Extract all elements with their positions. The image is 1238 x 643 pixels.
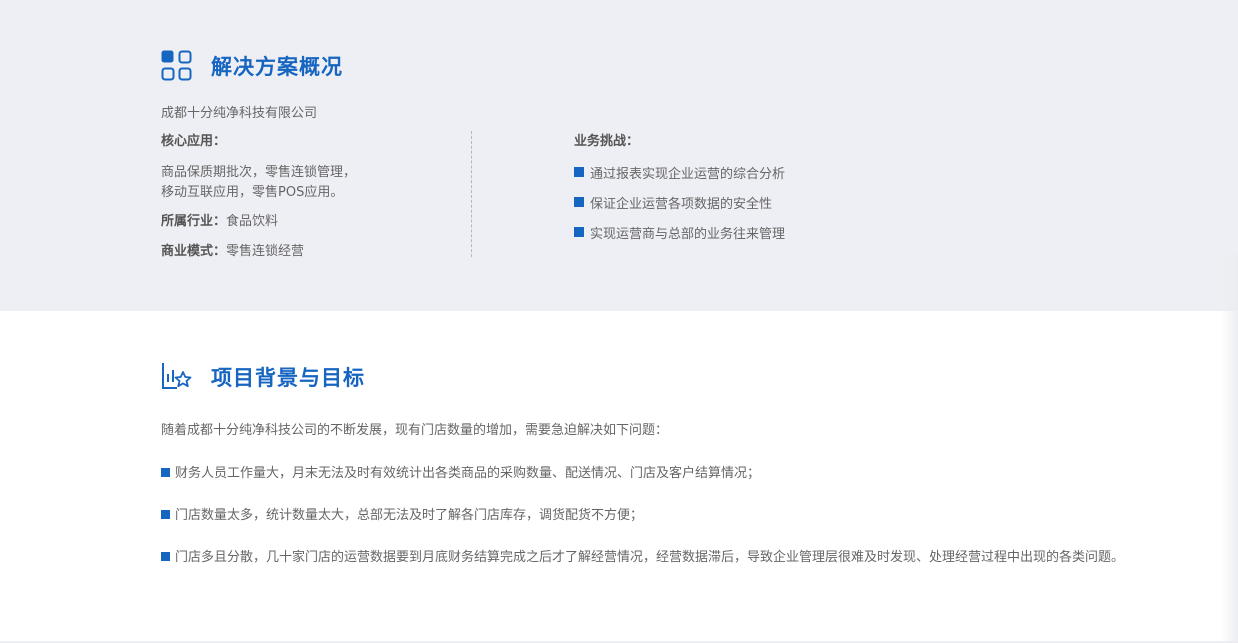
company-name: 成都十分纯净科技有限公司 — [161, 106, 318, 121]
list-item: 通过报表实现企业运营的综合分析 — [574, 163, 974, 182]
list-item: 门店数量太多，统计数量太大，总部无法及时了解各门店库存，调货配货不方便； — [161, 500, 1171, 532]
industry-row: 所属行业：食品饮料 — [161, 213, 461, 231]
challenge-text: 通过报表实现企业运营的综合分析 — [590, 166, 786, 182]
list-item: 保证企业运营各项数据的安全性 — [574, 193, 974, 212]
core-apps-line: 移动互联应用，零售POS应用。 — [161, 185, 344, 200]
overview-title: 解决方案概况 — [211, 54, 343, 79]
chart-star-icon — [162, 363, 192, 389]
list-item: 财务人员工作量大，月末无法及时有效统计出各类商品的采购数量、配送情况、门店及客户… — [161, 458, 1171, 490]
square-bullet-icon — [574, 167, 584, 177]
square-bullet-icon — [161, 510, 170, 519]
problem-text: 门店数量太多，统计数量太大，总部无法及时了解各门店库存，调货配货不方便； — [175, 508, 644, 523]
business-challenges: 业务挑战： 通过报表实现企业运营的综合分析 保证企业运营各项数据的安全性 实现运… — [574, 133, 974, 253]
square-bullet-icon — [161, 468, 170, 477]
problem-text: 门店多且分散，几十家门店的运营数据要到月底财务结算完成之后才了解经营情况，经营数… — [175, 550, 1125, 565]
overview-details: 核心应用： 商品保质期批次，零售连锁管理， 移动互联应用，零售POS应用。 所属… — [161, 133, 461, 261]
challenge-text: 实现运营商与总部的业务往来管理 — [590, 226, 786, 242]
column-divider — [471, 131, 472, 257]
square-bullet-icon — [574, 197, 584, 207]
challenge-list: 通过报表实现企业运营的综合分析 保证企业运营各项数据的安全性 实现运营商与总部的… — [574, 163, 974, 242]
business-model-label: 商业模式： — [161, 244, 227, 259]
square-bullet-icon — [574, 227, 584, 237]
background-title: 项目背景与目标 — [211, 365, 365, 390]
square-bullet-icon — [161, 552, 170, 561]
problem-text: 财务人员工作量大，月末无法及时有效统计出各类商品的采购数量、配送情况、门店及客户… — [175, 466, 761, 481]
industry-label: 所属行业： — [161, 214, 227, 229]
problem-list: 财务人员工作量大，月末无法及时有效统计出各类商品的采购数量、配送情况、门店及客户… — [161, 458, 1171, 584]
core-apps-value: 商品保质期批次，零售连锁管理， 移动互联应用，零售POS应用。 — [161, 163, 461, 203]
challenges-row: 业务挑战： — [574, 133, 974, 151]
business-model-value: 零售连锁经营 — [226, 244, 305, 259]
list-item: 实现运营商与总部的业务往来管理 — [574, 223, 974, 242]
challenge-text: 保证企业运营各项数据的安全性 — [590, 196, 773, 212]
background-heading: 项目背景与目标 — [161, 361, 365, 392]
grid-icon — [161, 50, 192, 81]
background-intro: 随着成都十分纯净科技公司的不断发展，现有门店数量的增加，需要急迫解决如下问题： — [161, 423, 669, 438]
page-edge-shadow — [1220, 255, 1238, 643]
list-item: 门店多且分散，几十家门店的运营数据要到月底财务结算完成之后才了解经营情况，经营数… — [161, 542, 1171, 574]
core-apps-row: 核心应用： — [161, 133, 461, 151]
industry-value: 食品饮料 — [226, 214, 279, 229]
business-model-row: 商业模式：零售连锁经营 — [161, 243, 461, 261]
core-apps-label: 核心应用： — [161, 134, 227, 149]
overview-heading: 解决方案概况 — [161, 50, 343, 81]
challenges-label: 业务挑战： — [574, 134, 640, 149]
core-apps-line: 商品保质期批次，零售连锁管理， — [161, 165, 357, 180]
